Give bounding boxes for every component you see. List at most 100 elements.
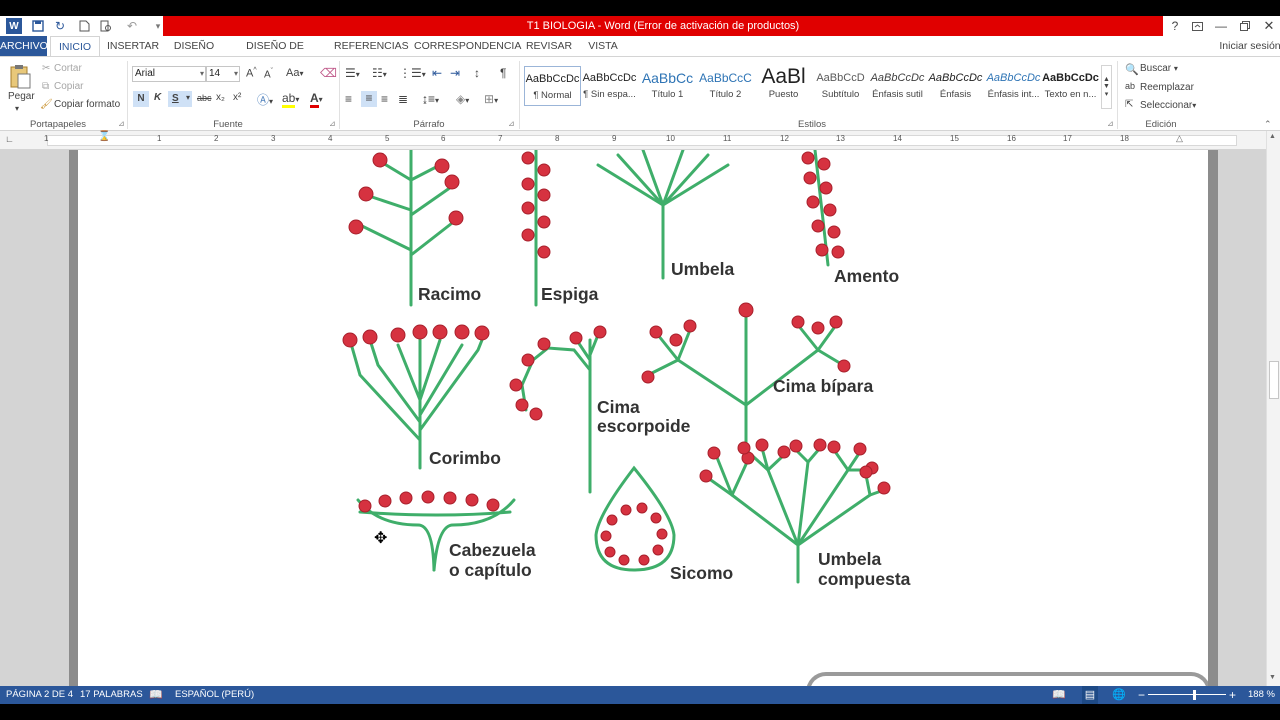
- zoom-out-button[interactable]: −: [1138, 686, 1145, 704]
- justify-icon[interactable]: ≣: [398, 92, 408, 106]
- format-painter-icon[interactable]: 🖌: [40, 99, 53, 110]
- zoom-in-button[interactable]: +: [1229, 686, 1236, 704]
- font-launcher-icon[interactable]: ⊿: [329, 119, 336, 128]
- highlight-color-icon[interactable]: ab▾: [282, 91, 299, 108]
- select-button[interactable]: Seleccionar▾: [1140, 100, 1196, 111]
- redo-icon[interactable]: ↻: [52, 18, 68, 34]
- indent-marker-icon[interactable]: ⌛: [98, 131, 110, 142]
- multilevel-list-icon[interactable]: ⋮☰▾: [399, 66, 426, 80]
- superscript-button[interactable]: x²: [233, 92, 241, 103]
- word-count[interactable]: 17 PALABRAS: [80, 686, 143, 704]
- shrink-font-icon[interactable]: Aˇ: [264, 68, 273, 80]
- bold-button[interactable]: N: [133, 91, 149, 107]
- find-button[interactable]: Buscar ▾: [1140, 63, 1178, 74]
- cut-icon[interactable]: ✂: [42, 63, 50, 74]
- style-titulo-2[interactable]: AaBbCcC Título 2: [697, 66, 754, 106]
- collapse-ribbon-icon[interactable]: ⌃: [1264, 119, 1272, 130]
- strikethrough-button[interactable]: abc: [197, 93, 212, 103]
- align-center-icon[interactable]: ≡: [361, 91, 377, 107]
- tab-diseno[interactable]: DISEÑO: [170, 36, 218, 56]
- chevron-down-icon[interactable]: ▾: [186, 93, 190, 102]
- document-page[interactable]: Racimo Espiga Umbela Amento Corimbo Cima…: [78, 150, 1211, 686]
- style-enfasis-intenso[interactable]: AaBbCcDc Énfasis int...: [985, 66, 1042, 106]
- print-preview-icon[interactable]: [98, 18, 114, 34]
- ribbon-display-icon[interactable]: [1186, 16, 1208, 36]
- paste-label[interactable]: Pegar: [8, 91, 35, 102]
- style-puesto[interactable]: AaBl Puesto: [755, 66, 812, 106]
- save-icon[interactable]: [30, 18, 46, 34]
- tab-diseno-pagina[interactable]: DISEÑO DE PÁGINA: [226, 36, 324, 72]
- tab-correspondencia[interactable]: CORRESPONDENCIA: [414, 36, 521, 56]
- web-layout-icon[interactable]: 🌐: [1112, 686, 1126, 704]
- style-titulo-1[interactable]: AaBbCc Título 1: [639, 66, 696, 106]
- scroll-thumb[interactable]: [1269, 361, 1279, 399]
- sign-in-link[interactable]: Iniciar sesión: [1218, 36, 1280, 56]
- read-mode-icon[interactable]: 📖: [1052, 686, 1066, 704]
- style-sin-espaciado[interactable]: AaBbCcDc ¶ Sin espa...: [581, 66, 638, 106]
- zoom-slider-thumb[interactable]: [1193, 690, 1196, 700]
- borders-icon[interactable]: ⊞▾: [484, 92, 498, 106]
- help-button[interactable]: ?: [1164, 16, 1186, 36]
- sort-icon[interactable]: ↕: [474, 66, 480, 80]
- zoom-slider-track[interactable]: [1148, 694, 1226, 695]
- font-size-combo[interactable]: 14 ▾: [206, 66, 240, 82]
- line-spacing-icon[interactable]: ↨≡▾: [422, 92, 439, 106]
- proofing-icon[interactable]: 📖: [149, 686, 163, 704]
- styles-launcher-icon[interactable]: ⊿: [1107, 119, 1114, 128]
- chevron-up-icon[interactable]: ▲: [1103, 76, 1110, 83]
- shading-icon[interactable]: ◈▾: [456, 92, 469, 106]
- tab-vista[interactable]: VISTA: [584, 36, 622, 56]
- tab-referencias[interactable]: REFERENCIAS: [334, 36, 409, 56]
- style-texto-en-negrita[interactable]: AaBbCcDc Texto en n...: [1042, 66, 1099, 106]
- align-right-icon[interactable]: ≡: [381, 92, 388, 106]
- format-painter-button[interactable]: Copiar formato: [54, 99, 120, 110]
- style-normal[interactable]: AaBbCcDc ¶ Normal: [524, 66, 581, 106]
- style-subtitulo[interactable]: AaBbCcD Subtítulo: [812, 66, 869, 106]
- align-left-icon[interactable]: ≡: [345, 92, 352, 106]
- font-color-icon[interactable]: A▾: [310, 91, 323, 108]
- paste-dropdown-icon[interactable]: ▾: [15, 104, 19, 113]
- print-layout-icon[interactable]: ▤: [1082, 686, 1098, 704]
- tab-insertar[interactable]: INSERTAR: [104, 36, 162, 56]
- style-enfasis[interactable]: AaBbCcDc Énfasis: [927, 66, 984, 106]
- tab-selector-icon[interactable]: ∟: [5, 134, 14, 144]
- numbering-icon[interactable]: ☷▾: [372, 66, 387, 80]
- clipboard-launcher-icon[interactable]: ⊿: [118, 119, 125, 128]
- find-icon[interactable]: 🔍: [1125, 63, 1139, 76]
- decrease-indent-icon[interactable]: ⇤: [432, 66, 442, 80]
- page-count[interactable]: PÁGINA 2 DE 4: [6, 686, 73, 704]
- show-marks-icon[interactable]: ¶: [500, 66, 506, 80]
- subscript-button[interactable]: x₂: [216, 92, 225, 103]
- tab-revisar[interactable]: REVISAR: [524, 36, 574, 56]
- italic-button[interactable]: K: [154, 92, 161, 103]
- undo-icon[interactable]: ↶: [124, 18, 140, 34]
- more-styles-icon[interactable]: ▾: [1105, 90, 1109, 98]
- style-enfasis-sutil[interactable]: AaBbCcDc Énfasis sutil: [869, 66, 926, 106]
- bullets-icon[interactable]: ☰▾: [345, 66, 360, 80]
- tab-inicio[interactable]: INICIO: [50, 36, 100, 56]
- right-indent-marker-icon[interactable]: △: [1176, 133, 1183, 144]
- select-icon[interactable]: ⇱: [1125, 99, 1133, 110]
- restore-button[interactable]: [1234, 16, 1256, 36]
- increase-indent-icon[interactable]: ⇥: [450, 66, 460, 80]
- font-name-combo[interactable]: Arial ▾: [132, 66, 206, 82]
- scroll-up-icon[interactable]: ▲: [1269, 133, 1276, 140]
- copy-icon[interactable]: ⧉: [42, 81, 49, 92]
- grow-font-icon[interactable]: A^: [246, 67, 257, 80]
- replace-button[interactable]: Reemplazar: [1140, 82, 1194, 93]
- close-button[interactable]: ✕: [1258, 16, 1280, 36]
- cut-button[interactable]: Cortar: [54, 63, 82, 74]
- change-case-button[interactable]: Aa▾: [286, 67, 303, 79]
- clear-formatting-icon[interactable]: ⌫: [320, 66, 337, 80]
- vertical-scrollbar[interactable]: ▲ ▼: [1266, 131, 1280, 686]
- styles-scroll[interactable]: ▲ ▼ ▾: [1101, 65, 1112, 109]
- scroll-down-icon[interactable]: ▼: [1269, 674, 1276, 681]
- zoom-level[interactable]: 188 %: [1248, 686, 1275, 704]
- paragraph-launcher-icon[interactable]: ⊿: [508, 119, 515, 128]
- new-document-icon[interactable]: [76, 18, 92, 34]
- tab-archivo[interactable]: ARCHIVO: [0, 36, 48, 56]
- text-effects-icon[interactable]: Ⓐ▾: [257, 91, 273, 108]
- minimize-button[interactable]: —: [1210, 16, 1232, 36]
- chevron-down-icon[interactable]: ▼: [1103, 83, 1110, 90]
- paste-icon[interactable]: [8, 63, 32, 91]
